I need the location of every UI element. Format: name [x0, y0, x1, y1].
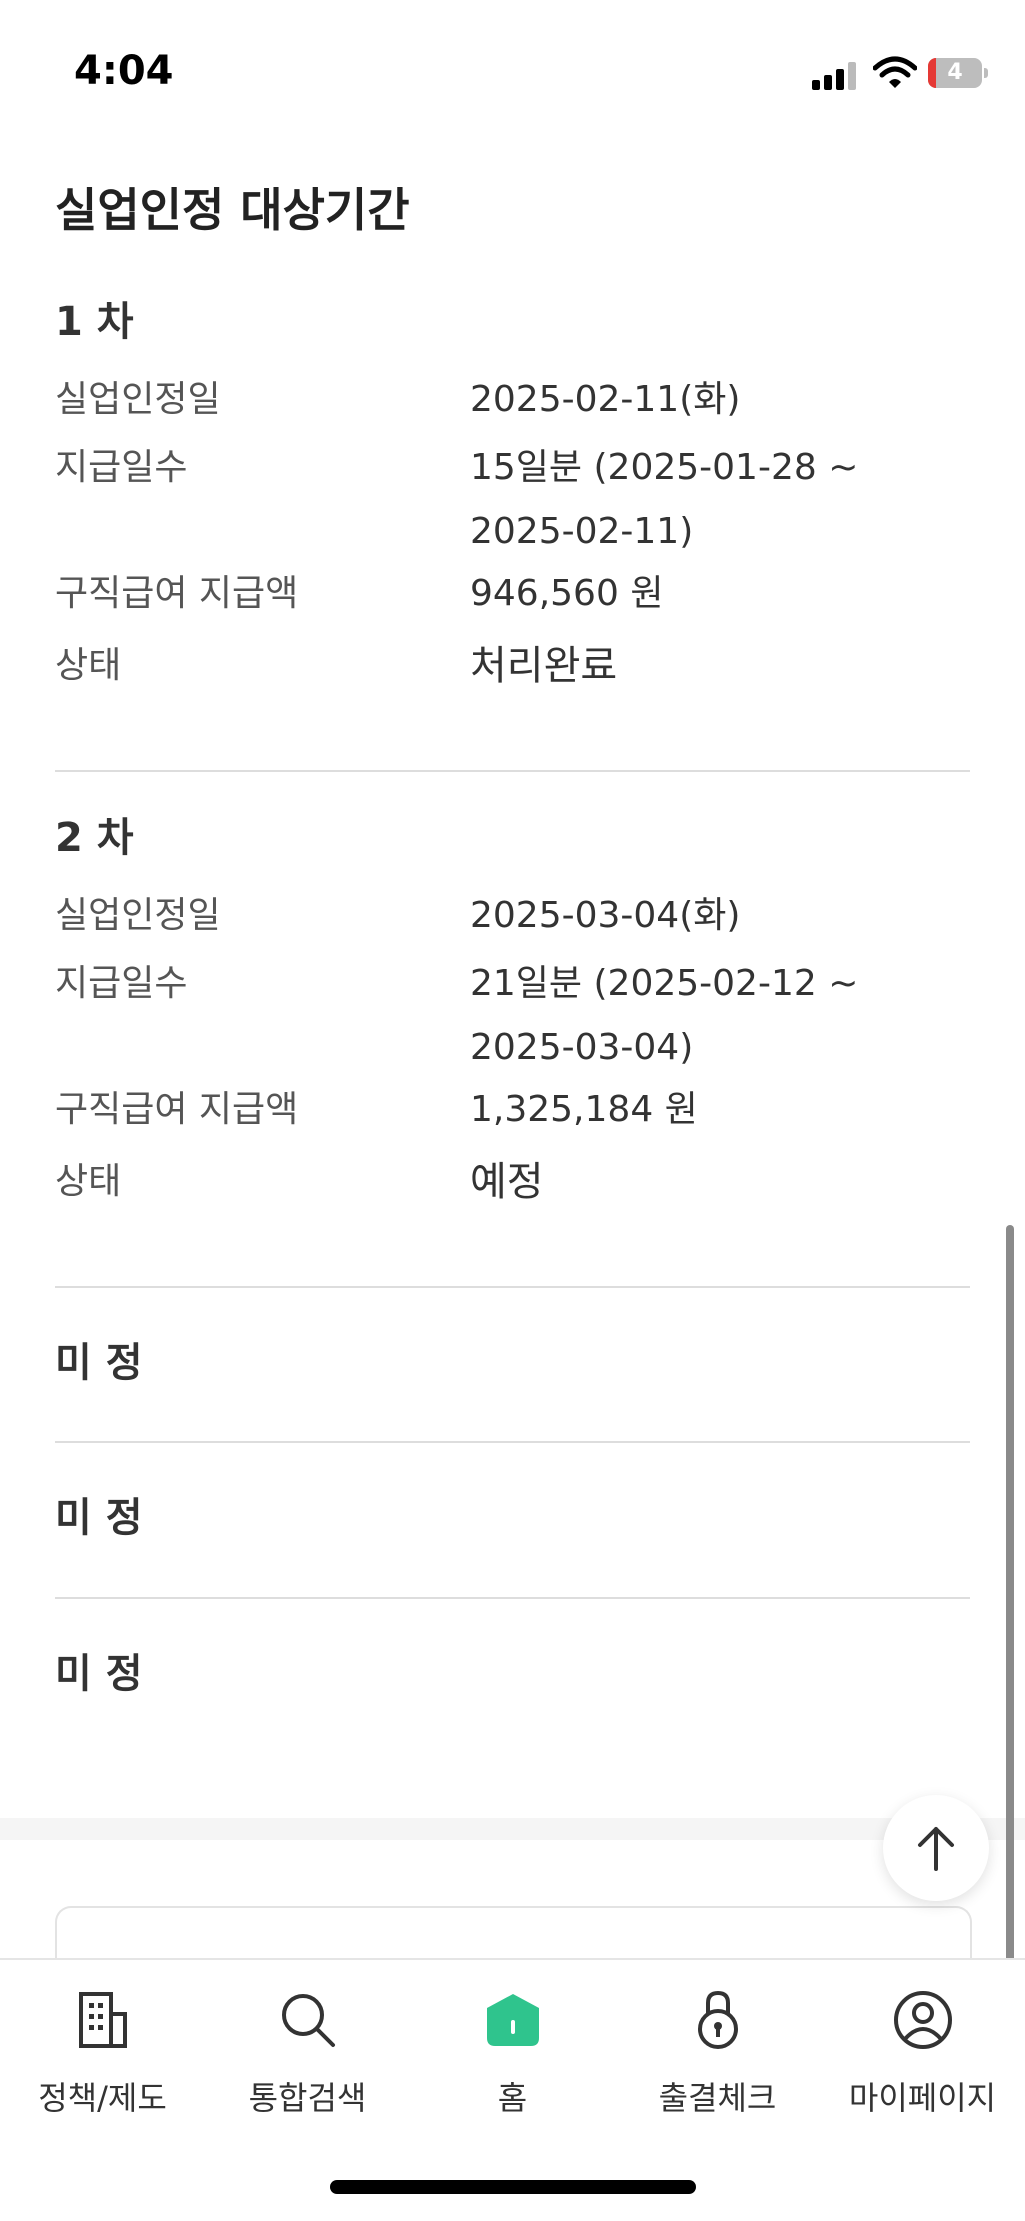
pending-round-3: 미 정: [55, 1340, 143, 1386]
tab-label: 출결체크: [658, 2079, 777, 2117]
scroll-to-top-button[interactable]: [883, 1795, 989, 1901]
recognition-date-label: 실업인정일: [55, 895, 221, 936]
pay-days-row: 지급일수 21일분 (2025-02-12 ~ 2025-03-04): [55, 952, 970, 1080]
building-icon: [78, 1992, 127, 2048]
tab-attendance[interactable]: 출결체크: [615, 1985, 820, 2119]
user-icon: [893, 1991, 952, 2049]
arrow-up-icon: [918, 1827, 954, 1871]
tab-home[interactable]: 홈: [410, 1985, 615, 2119]
home-indicator[interactable]: [330, 2180, 696, 2194]
amount-value: 946,560 원: [470, 573, 664, 614]
pay-days-label: 지급일수: [55, 963, 188, 1004]
status-bar: 4:04 4: [0, 0, 1025, 130]
amount-value: 1,325,184 원: [470, 1089, 698, 1130]
status-value: 처리완료: [470, 643, 618, 689]
page-title: 실업인정 대상기간: [55, 183, 410, 237]
recognition-date-row: 실업인정일 2025-02-11(화): [55, 376, 970, 424]
scrollbar[interactable]: [1006, 1225, 1014, 1995]
tab-label: 정책/제도: [38, 2079, 167, 2117]
status-label: 상태: [55, 1161, 122, 1202]
home-icon: [486, 1994, 539, 2046]
tab-search[interactable]: 통합검색: [205, 1985, 410, 2119]
battery-icon: 4: [928, 58, 988, 88]
amount-row: 구직급여 지급액 946,560 원: [55, 570, 970, 618]
tab-label: 마이페이지: [848, 2079, 997, 2117]
cellular-signal-icon: [812, 62, 856, 90]
amount-row: 구직급여 지급액 1,325,184 원: [55, 1086, 970, 1134]
wifi-icon: [873, 56, 917, 88]
divider: [55, 770, 970, 772]
amount-label: 구직급여 지급액: [55, 1089, 299, 1130]
divider: [55, 1441, 970, 1443]
pending-round-5: 미 정: [55, 1651, 143, 1697]
status-value: 예정: [470, 1159, 544, 1205]
status-row: 상태 예정: [55, 1158, 970, 1206]
status-label: 상태: [55, 645, 122, 686]
tab-label: 통합검색: [248, 2079, 367, 2117]
recognition-date-value: 2025-03-04(화): [470, 895, 741, 936]
amount-label: 구직급여 지급액: [55, 573, 299, 614]
recognition-date-label: 실업인정일: [55, 379, 221, 420]
round-2-card: 2 차 실업인정일 2025-03-04(화) 지급일수 21일분 (2025-…: [55, 808, 970, 1206]
recognition-date-row: 실업인정일 2025-03-04(화): [55, 892, 970, 940]
status-time: 4:04: [74, 48, 174, 94]
battery-level: 4: [947, 60, 963, 85]
pending-round-4: 미 정: [55, 1495, 143, 1541]
lock-icon: [697, 1990, 738, 2049]
round-title: 1 차: [55, 299, 134, 345]
search-icon: [281, 1994, 335, 2047]
tab-mypage[interactable]: 마이페이지: [820, 1985, 1025, 2119]
pay-days-value: 15일분 (2025-01-28 ~ 2025-02-11): [470, 447, 859, 552]
pay-days-label: 지급일수: [55, 447, 188, 488]
divider: [55, 1286, 970, 1288]
pay-days-value: 21일분 (2025-02-12 ~ 2025-03-04): [470, 963, 859, 1068]
section-separator: [0, 1818, 1025, 1840]
recognition-date-value: 2025-02-11(화): [470, 379, 741, 420]
divider: [55, 1597, 970, 1599]
pay-days-row: 지급일수 15일분 (2025-01-28 ~ 2025-02-11): [55, 436, 970, 564]
round-1-card: 1 차 실업인정일 2025-02-11(화) 지급일수 15일분 (2025-…: [55, 292, 970, 690]
tab-label: 홈: [497, 2079, 528, 2117]
status-row: 상태 처리완료: [55, 642, 970, 690]
round-title: 2 차: [55, 815, 134, 861]
tab-policy[interactable]: 정책/제도: [0, 1985, 205, 2119]
